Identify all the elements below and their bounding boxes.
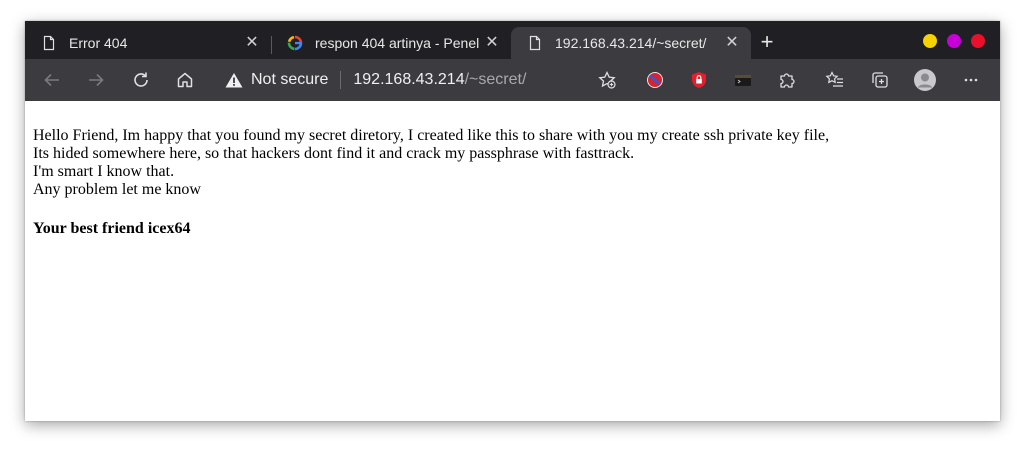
favorites-button[interactable] xyxy=(824,69,846,91)
menu-button[interactable] xyxy=(960,69,982,91)
page-body: Hello Friend, Im happy that you found my… xyxy=(33,127,829,238)
page-icon xyxy=(43,35,55,51)
reload-icon xyxy=(134,72,148,87)
signature: Your best friend icex64 xyxy=(33,220,191,237)
tab-secret-page[interactable]: 192.168.43.214/~secret/ ✕ xyxy=(511,27,751,59)
extensions-button[interactable] xyxy=(776,69,798,91)
home-button[interactable] xyxy=(174,69,196,91)
url-path: /~secret/ xyxy=(464,71,527,88)
window-close-dot[interactable] xyxy=(971,34,985,48)
terminal-extension-icon xyxy=(735,75,751,86)
blocker-extension-icon xyxy=(647,72,663,88)
collections-button[interactable] xyxy=(869,69,891,91)
new-tab-button[interactable]: + xyxy=(757,31,777,53)
star-add-icon xyxy=(598,70,616,89)
tab-bar: Error 404 ✕ respon 404 artinya - Penel ✕… xyxy=(25,21,1000,59)
browser-toolbar: Not secure 192.168.43.214/~secret/ xyxy=(25,59,1000,101)
message-line-3: I'm smart I know that. xyxy=(33,163,175,180)
shield-lock-icon xyxy=(692,72,706,88)
tab-title: respon 404 artinya - Penel xyxy=(315,35,480,51)
back-button[interactable] xyxy=(41,69,63,91)
favorites-list-icon xyxy=(825,71,843,87)
address-separator xyxy=(340,71,342,89)
security-status-label[interactable]: Not secure xyxy=(251,71,328,89)
page-icon xyxy=(529,35,541,51)
close-icon[interactable]: ✕ xyxy=(483,34,501,52)
close-icon[interactable]: ✕ xyxy=(723,34,741,52)
tab-title: 192.168.43.214/~secret/ xyxy=(555,35,707,51)
tab-error-404[interactable]: Error 404 ✕ xyxy=(25,27,271,59)
reload-button[interactable] xyxy=(130,69,152,91)
message-line-2: Its hided somewhere here, so that hacker… xyxy=(33,145,635,162)
tab-google-search[interactable]: respon 404 artinya - Penel ✕ xyxy=(271,27,511,59)
extension-button-3[interactable] xyxy=(732,69,754,91)
collections-icon xyxy=(872,72,888,88)
arrow-left-icon xyxy=(44,73,59,87)
url-text[interactable]: 192.168.43.214/~secret/ xyxy=(353,71,526,89)
message-line-1: Hello Friend, Im happy that you found my… xyxy=(33,127,830,144)
avatar-icon xyxy=(914,69,936,91)
window-minimize-dot[interactable] xyxy=(923,34,937,48)
message-line-4: Any problem let me know xyxy=(33,181,201,198)
close-icon[interactable]: ✕ xyxy=(243,34,261,52)
puzzle-icon xyxy=(780,73,795,88)
profile-button[interactable] xyxy=(913,68,937,92)
arrow-right-icon xyxy=(89,73,104,87)
home-icon xyxy=(177,72,193,88)
forward-button[interactable] xyxy=(85,69,107,91)
extension-button-2[interactable] xyxy=(688,69,710,91)
google-icon xyxy=(287,35,303,51)
url-host: 192.168.43.214 xyxy=(353,71,465,88)
more-icon xyxy=(964,78,978,82)
warning-icon[interactable] xyxy=(225,72,243,88)
add-favorite-button[interactable] xyxy=(596,69,618,91)
window-maximize-dot[interactable] xyxy=(947,34,961,48)
page-content-area: Hello Friend, Im happy that you found my… xyxy=(25,101,1000,421)
address-bar[interactable]: Not secure 192.168.43.214/~secret/ xyxy=(215,63,625,97)
extension-button-1[interactable] xyxy=(644,69,666,91)
tab-title: Error 404 xyxy=(69,35,128,51)
browser-window: Error 404 ✕ respon 404 artinya - Penel ✕… xyxy=(25,21,1000,421)
